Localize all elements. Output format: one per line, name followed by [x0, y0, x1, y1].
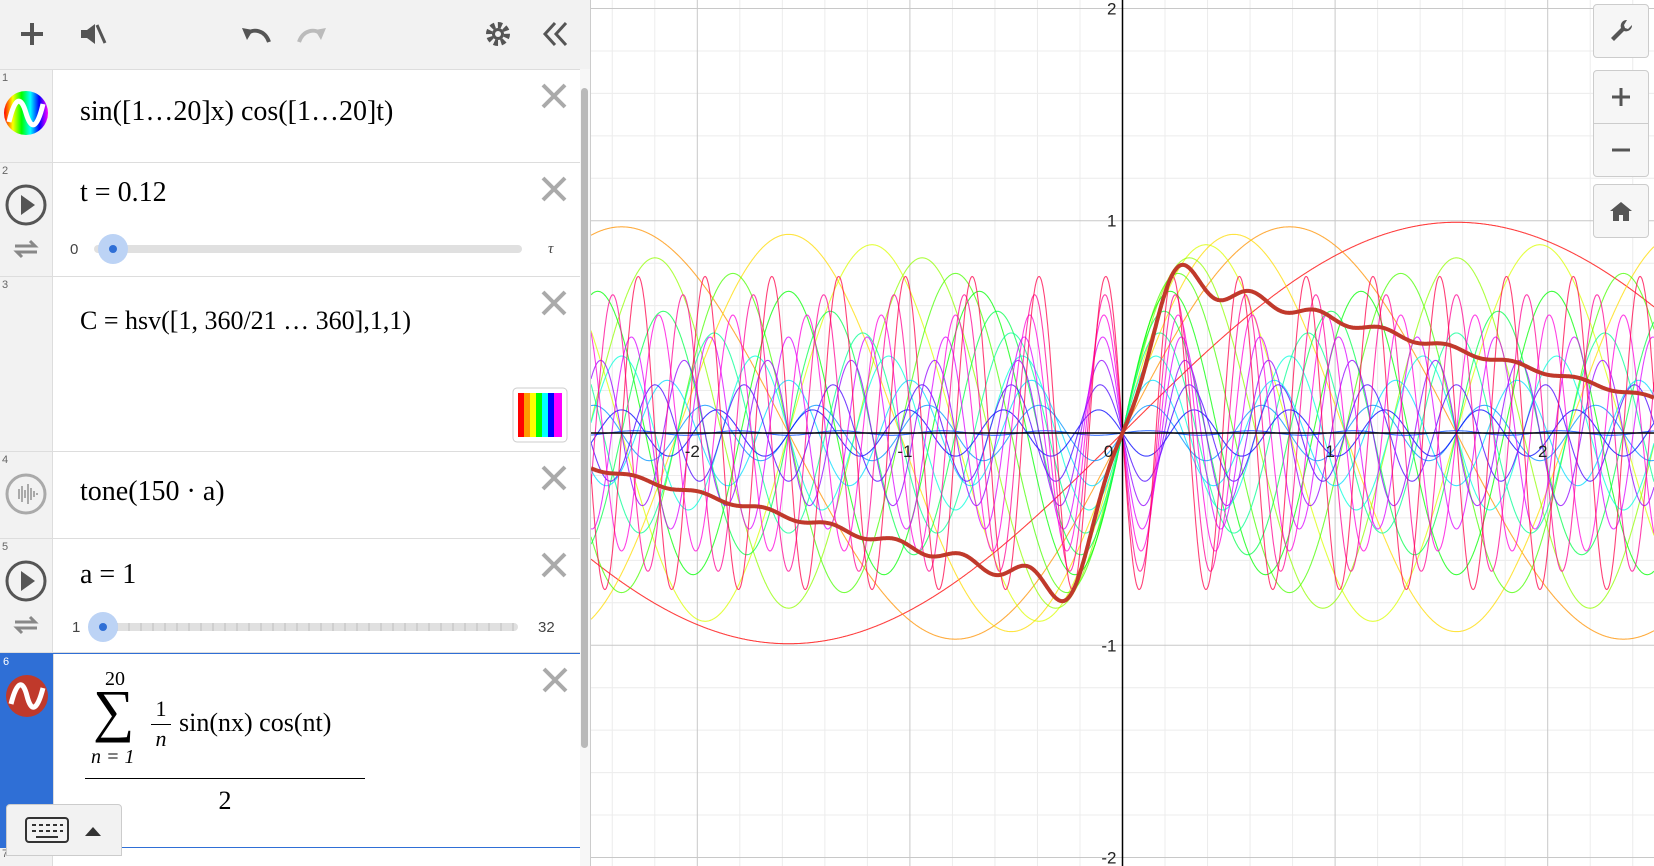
expression-gutter: 4	[0, 452, 53, 538]
slider-handle[interactable]	[88, 612, 118, 642]
color-swatch-button[interactable]	[512, 387, 568, 443]
sum-symbol: ∑	[93, 678, 135, 743]
play-icon[interactable]	[4, 183, 48, 227]
expression-latex[interactable]: sin([1…20]x) cos([1…20]t)	[80, 96, 393, 128]
double-chevron-left-icon	[542, 21, 568, 47]
minus-icon	[1612, 148, 1630, 152]
expression-number: 6	[3, 656, 10, 668]
expression-number: 4	[2, 454, 9, 466]
expression-row-2[interactable]: 2 t = 0.12 0 τ	[0, 163, 580, 277]
y-tick-label: 1	[1107, 212, 1116, 231]
sum-body: sin(nx) cos(nt)	[179, 708, 332, 737]
expression-number: 1	[2, 72, 9, 84]
gear-icon	[486, 22, 510, 46]
slider-max[interactable]: τ	[548, 241, 553, 258]
delete-expression-button[interactable]	[538, 462, 570, 494]
toolbar	[0, 0, 590, 70]
settings-button[interactable]	[478, 14, 518, 54]
fraction-numerator: 1	[155, 696, 167, 721]
audio-trace-button[interactable]	[72, 14, 112, 54]
undo-icon	[242, 28, 271, 43]
expression-number: 2	[2, 165, 9, 177]
x-tick-label: -2	[685, 442, 700, 461]
main-fraction-bar	[85, 778, 365, 779]
delete-expression-button[interactable]	[538, 287, 570, 319]
expression-latex[interactable]: tone(150 · a)	[80, 476, 225, 508]
default-zoom-button[interactable]	[1593, 184, 1649, 238]
slider-min[interactable]: 1	[72, 619, 80, 636]
red-sine-icon[interactable]	[5, 674, 49, 718]
redo-button[interactable]	[292, 14, 332, 54]
graph-settings-button[interactable]	[1593, 4, 1649, 58]
home-icon	[1610, 202, 1632, 221]
slider-min[interactable]: 0	[70, 241, 78, 258]
expression-row-5[interactable]: 5 a = 1 1 32	[0, 539, 580, 653]
loop-icon[interactable]	[12, 237, 40, 261]
expression-gutter: 3	[0, 277, 53, 451]
rainbow-sine-icon[interactable]	[3, 90, 49, 136]
y-tick-label: -2	[1101, 849, 1116, 866]
expression-row-4[interactable]: 4 tone(150 · a)	[0, 452, 580, 539]
undo-button[interactable]	[236, 14, 276, 54]
expression-panel: 1 sin([1…20]x) cos([1…20]t) 2 t = 0.12 0…	[0, 0, 591, 866]
expression-number: 5	[2, 541, 9, 553]
x-tick-label: 1	[1325, 442, 1334, 461]
plus-icon	[1612, 88, 1630, 106]
expression-row-3[interactable]: 3 C = hsv([1, 360/21 … 360],1,1)	[0, 277, 580, 452]
speaker-muted-icon	[81, 24, 107, 44]
y-tick-label: -1	[1101, 636, 1116, 655]
caret-up-icon	[85, 827, 101, 836]
wrench-icon	[1611, 19, 1633, 41]
keyboard-icon	[25, 817, 69, 843]
slider-track[interactable]	[94, 623, 518, 631]
collapse-panel-button[interactable]	[535, 14, 575, 54]
expression-latex[interactable]: C = hsv([1, 360/21 … 360],1,1)	[80, 305, 411, 337]
fraction-bar	[151, 724, 171, 725]
x-tick-label: -1	[897, 442, 912, 461]
expression-latex[interactable]: a = 1	[80, 559, 136, 591]
slider-max[interactable]: 32	[538, 619, 555, 636]
graph-canvas[interactable]: -2 -1 0 1 2 2 1 -1 -2	[591, 0, 1654, 866]
sound-wave-icon[interactable]	[4, 472, 48, 516]
redo-icon	[297, 28, 326, 43]
slider-handle[interactable]	[98, 234, 129, 264]
zoom-out-button[interactable]	[1593, 123, 1649, 177]
delete-expression-button[interactable]	[538, 173, 570, 205]
expression-row-1[interactable]: 1 sin([1…20]x) cos([1…20]t)	[0, 70, 580, 163]
x-tick-label: 0	[1104, 442, 1113, 461]
fraction-denominator: n	[155, 726, 167, 751]
main-denominator: 2	[218, 786, 232, 815]
expression-number: 3	[2, 279, 9, 291]
keyboard-toggle-button[interactable]	[6, 804, 122, 856]
scrollbar-thumb[interactable]	[581, 88, 588, 748]
plus-icon	[21, 23, 43, 45]
loop-icon[interactable]	[12, 613, 40, 637]
delete-expression-button[interactable]	[538, 549, 570, 581]
y-tick-label: 2	[1107, 0, 1116, 18]
expression-gutter: 2	[0, 163, 53, 276]
delete-expression-button[interactable]	[538, 80, 570, 112]
add-item-button[interactable]	[12, 14, 52, 54]
expression-gutter: 5	[0, 539, 53, 652]
sum-lower-limit: n = 1	[91, 746, 135, 768]
expression-latex[interactable]: t = 0.12	[80, 177, 167, 209]
x-tick-label: 2	[1538, 442, 1547, 461]
expression-text: C = hsv([1, 360/21 … 360],1,1)	[80, 306, 411, 335]
expression-gutter: 1	[0, 70, 53, 162]
zoom-in-button[interactable]	[1593, 70, 1649, 124]
play-icon[interactable]	[4, 559, 48, 603]
slider-track[interactable]	[94, 245, 522, 253]
delete-expression-button[interactable]	[539, 664, 571, 696]
